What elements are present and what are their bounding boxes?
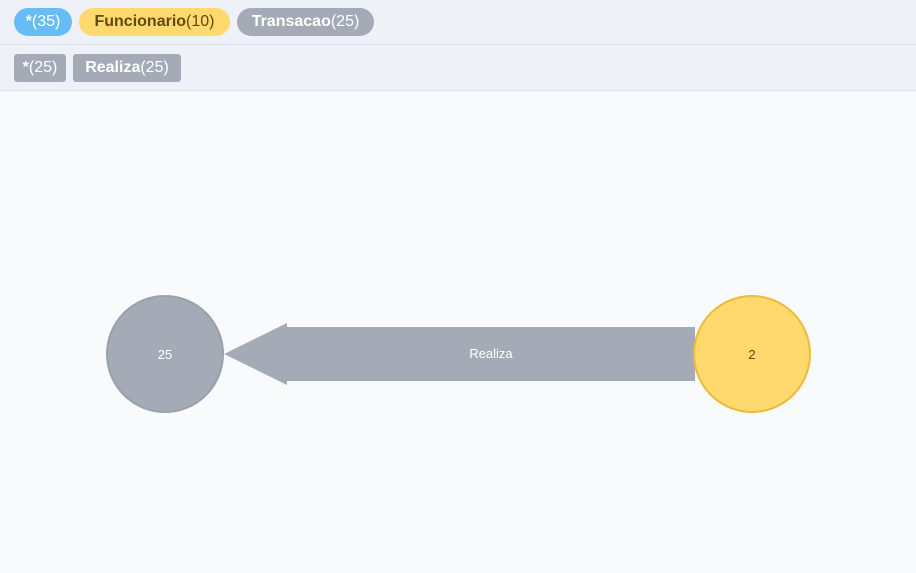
graph-canvas[interactable]: Realiza 25 2 (0, 91, 916, 573)
funcionario-label-name: Funcionario (94, 13, 187, 30)
transacao-label-pill[interactable]: Transacao(25) (237, 8, 374, 36)
node-funcionario[interactable]: 2 (693, 295, 811, 413)
realiza-tag-name: Realiza (85, 59, 141, 76)
transacao-label-count: (25) (330, 13, 360, 30)
all-nodes-label-count: (35) (31, 13, 61, 30)
all-relationships-tag[interactable]: *(25) (14, 54, 66, 82)
node-transacao[interactable]: 25 (106, 295, 224, 413)
realiza-relationship-tag[interactable]: Realiza(25) (73, 54, 181, 82)
all-relationships-tag-count: (25) (28, 59, 58, 76)
transacao-label-name: Transacao (251, 13, 331, 30)
all-nodes-label-pill[interactable]: *(35) (14, 8, 72, 36)
relationship-type-label: Realiza (469, 346, 513, 361)
node-caption: 25 (158, 347, 172, 362)
funcionario-label-pill[interactable]: Funcionario(10) (79, 8, 230, 36)
relationship-realiza[interactable]: Realiza (224, 323, 695, 385)
node-caption: 2 (748, 347, 755, 362)
realiza-tag-count: (25) (140, 59, 169, 76)
relationship-arrow[interactable] (224, 323, 695, 385)
funcionario-label-count: (10) (186, 13, 215, 30)
node-labels-bar: *(35) Funcionario(10) Transacao(25) (0, 0, 916, 45)
relationship-types-bar: *(25) Realiza(25) (0, 45, 916, 91)
